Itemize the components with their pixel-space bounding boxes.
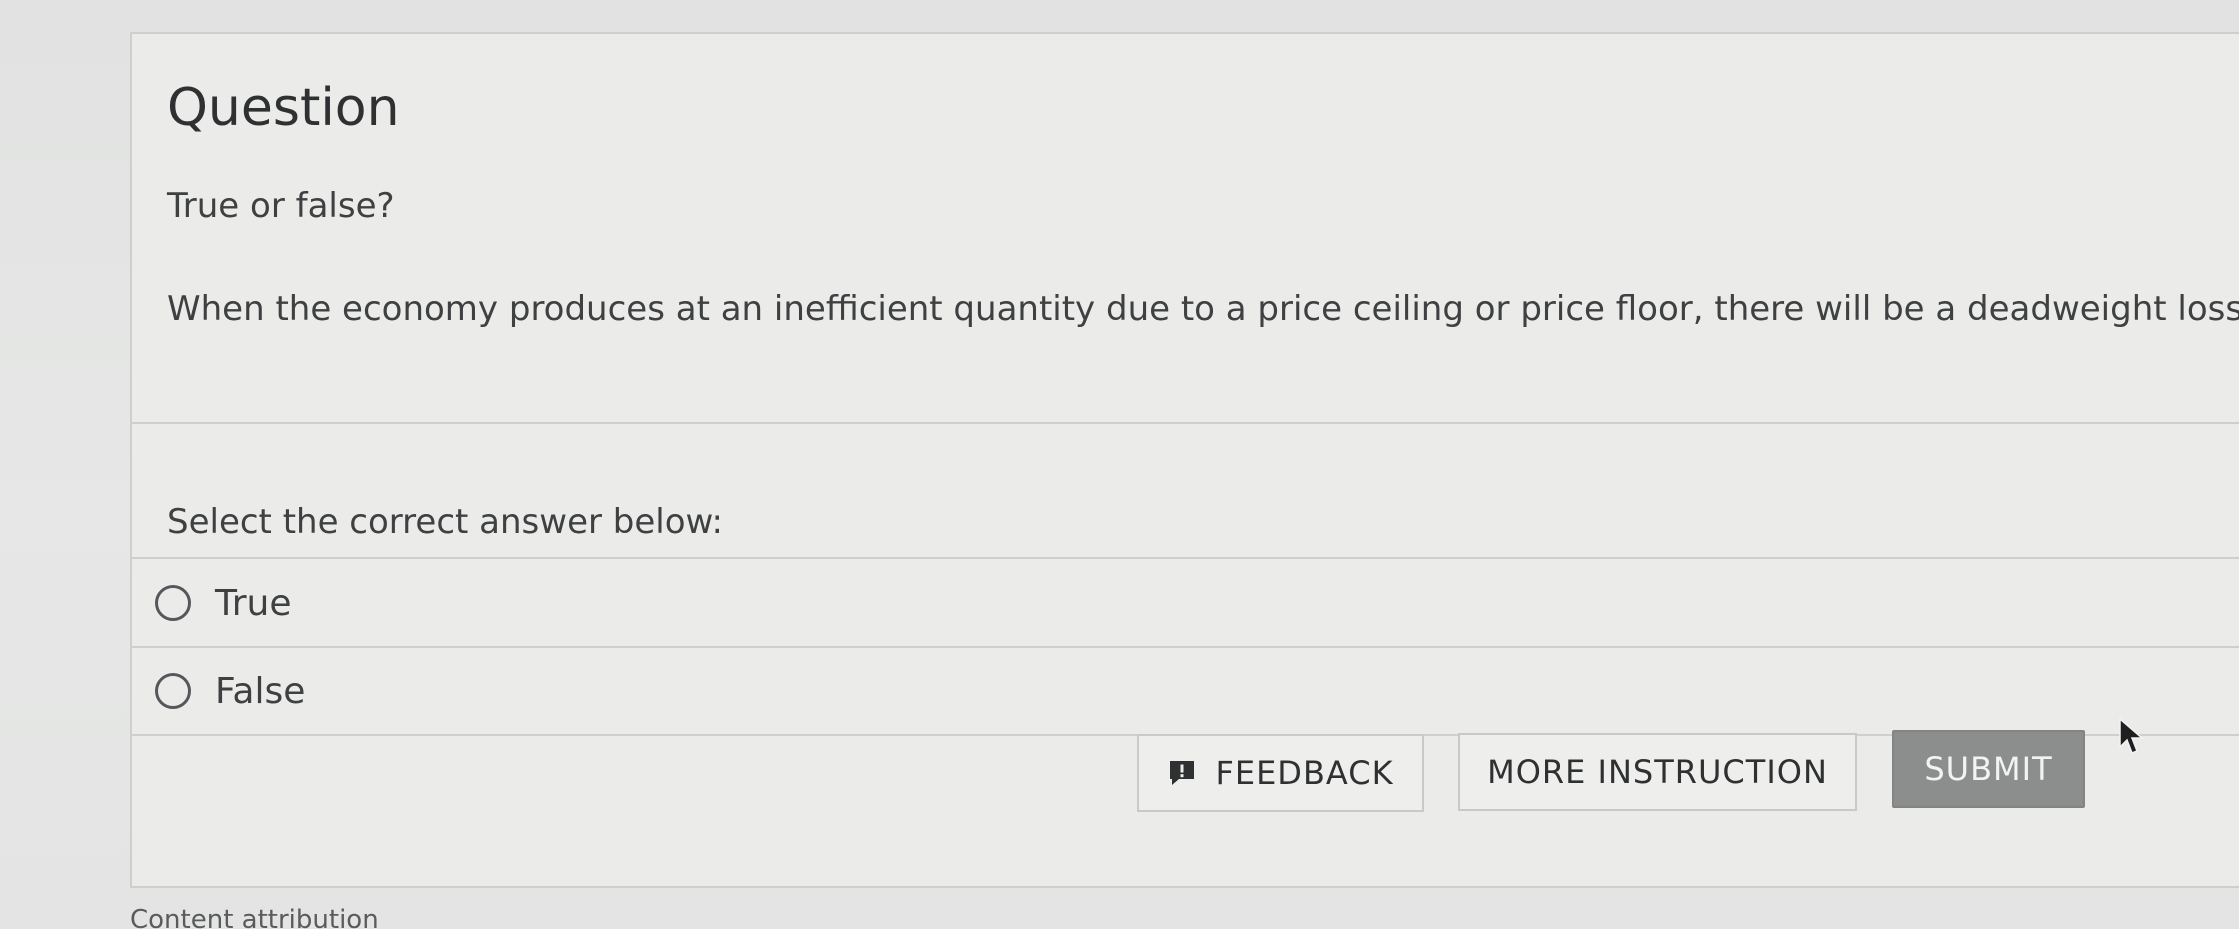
submit-button[interactable]: SUBMIT — [1892, 730, 2085, 808]
radio-button-true[interactable] — [155, 585, 191, 621]
radio-button-false[interactable] — [155, 673, 191, 709]
more-instruction-button-label: MORE INSTRUCTION — [1487, 753, 1828, 791]
feedback-button[interactable]: FEEDBACK — [1137, 734, 1424, 812]
answer-option-false[interactable]: False — [132, 648, 2239, 734]
answer-instruction: Select the correct answer below: — [167, 502, 723, 542]
section-divider — [132, 422, 2239, 424]
answer-option-label: True — [215, 582, 292, 624]
content-attribution-link[interactable]: Content attribution — [130, 905, 379, 929]
question-prompt: True or false? — [167, 186, 395, 226]
mouse-pointer-icon — [2119, 717, 2144, 754]
answer-option-true[interactable]: True — [132, 560, 2239, 646]
submit-button-label: SUBMIT — [1924, 750, 2053, 788]
question-stem: When the economy produces at an ineffici… — [167, 289, 2239, 329]
answer-option-label: False — [215, 670, 306, 712]
more-instruction-button[interactable]: MORE INSTRUCTION — [1458, 733, 1857, 811]
options-top-divider — [132, 557, 2239, 559]
feedback-button-label: FEEDBACK — [1215, 754, 1394, 792]
screen: Question True or false? When the economy… — [0, 0, 2239, 929]
exclamation-speech-bubble-icon — [1167, 758, 1197, 788]
question-heading: Question — [167, 78, 400, 138]
